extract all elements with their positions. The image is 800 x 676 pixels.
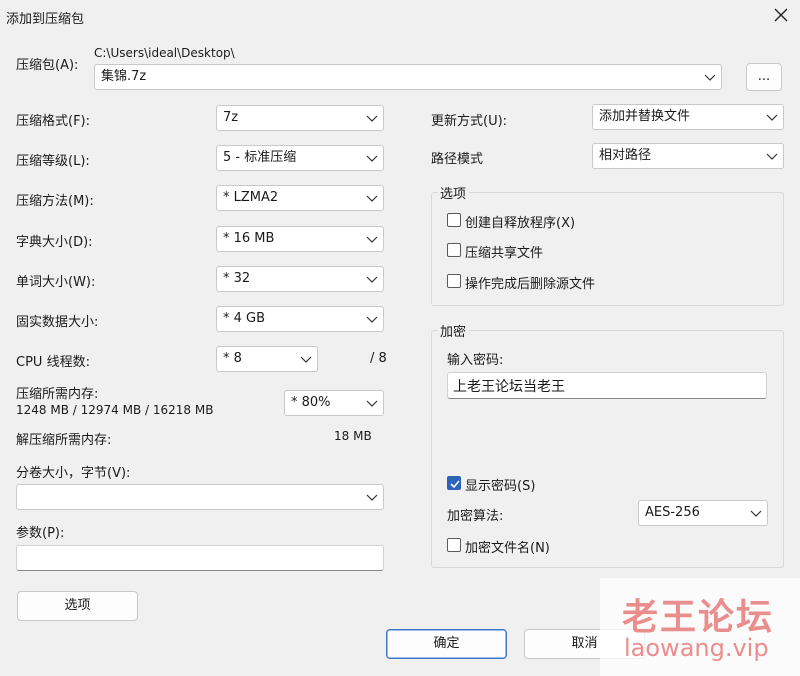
threads-max: / 8 bbox=[370, 351, 387, 366]
threads-value: * 8 bbox=[223, 351, 242, 366]
update-label: 更新方式(U): bbox=[431, 114, 508, 129]
threads-combo[interactable]: * 8 bbox=[216, 346, 318, 372]
dict-combo[interactable]: * 16 MB bbox=[216, 226, 384, 252]
word-label: 单词大小(W): bbox=[16, 275, 96, 290]
chevron-down-icon bbox=[766, 114, 778, 121]
chevron-down-icon bbox=[704, 74, 716, 81]
format-value: 7z bbox=[223, 110, 239, 125]
volume-combo[interactable] bbox=[16, 484, 384, 510]
window-title: 添加到压缩包 bbox=[6, 12, 85, 27]
algo-combo[interactable]: AES-256 bbox=[638, 500, 768, 526]
title-bar bbox=[0, 0, 800, 34]
show-password-label: 显示密码(S) bbox=[465, 479, 536, 494]
encryption-group-title: 加密 bbox=[437, 321, 470, 340]
chevron-down-icon bbox=[366, 115, 378, 122]
mem-detail: 1248 MB / 12974 MB / 16218 MB bbox=[16, 403, 214, 417]
chevron-down-icon bbox=[366, 494, 378, 501]
show-password-checkbox[interactable] bbox=[447, 476, 461, 490]
method-label: 压缩方法(M): bbox=[16, 194, 94, 209]
solid-combo[interactable]: * 4 GB bbox=[216, 306, 384, 332]
word-value: * 32 bbox=[223, 271, 251, 286]
pathmode-label: 路径模式 bbox=[431, 152, 484, 167]
level-value: 5 - 标准压缩 bbox=[223, 150, 297, 165]
params-label: 参数(P): bbox=[16, 526, 65, 541]
solid-label: 固实数据大小: bbox=[16, 315, 99, 330]
options-group-title: 选项 bbox=[437, 183, 470, 202]
decomp-label: 解压缩所需内存: bbox=[16, 433, 112, 448]
encrypt-names-label: 加密文件名(N) bbox=[465, 541, 550, 556]
archive-name-value: 集锦.7z bbox=[101, 69, 147, 84]
close-icon[interactable] bbox=[770, 4, 792, 26]
mem-combo[interactable]: * 80% bbox=[284, 390, 384, 416]
chevron-down-icon bbox=[366, 195, 378, 202]
params-input[interactable] bbox=[16, 545, 384, 571]
archive-label: 压缩包(A): bbox=[16, 58, 79, 73]
decomp-value: 18 MB bbox=[334, 429, 372, 443]
watermark-url: laowang.vip bbox=[624, 634, 769, 662]
pathmode-combo[interactable]: 相对路径 bbox=[592, 143, 784, 169]
delete-checkbox[interactable] bbox=[447, 274, 461, 288]
dict-label: 字典大小(D): bbox=[16, 235, 93, 250]
archive-name-combo[interactable]: 集锦.7z bbox=[94, 64, 722, 90]
archive-path: C:\Users\ideal\Desktop\ bbox=[94, 46, 235, 60]
chevron-down-icon bbox=[300, 356, 312, 363]
browse-button[interactable]: ... bbox=[746, 63, 782, 91]
sfx-checkbox[interactable] bbox=[447, 213, 461, 227]
shared-label: 压缩共享文件 bbox=[465, 246, 544, 261]
update-combo[interactable]: 添加并替换文件 bbox=[592, 104, 784, 130]
pathmode-value: 相对路径 bbox=[599, 148, 652, 163]
method-value: * LZMA2 bbox=[223, 190, 279, 205]
update-value: 添加并替换文件 bbox=[599, 109, 691, 124]
solid-value: * 4 GB bbox=[223, 311, 266, 326]
method-combo[interactable]: * LZMA2 bbox=[216, 185, 384, 211]
chevron-down-icon bbox=[766, 153, 778, 160]
mem-value: * 80% bbox=[291, 395, 331, 410]
chevron-down-icon bbox=[750, 510, 762, 517]
mem-label: 压缩所需内存: bbox=[16, 387, 99, 402]
chevron-down-icon bbox=[366, 276, 378, 283]
algo-value: AES-256 bbox=[645, 505, 700, 520]
volume-label: 分卷大小，字节(V): bbox=[16, 466, 131, 481]
checkmark-icon bbox=[450, 480, 460, 489]
format-combo[interactable]: 7z bbox=[216, 105, 384, 131]
shared-checkbox[interactable] bbox=[447, 243, 461, 257]
chevron-down-icon bbox=[366, 155, 378, 162]
delete-label: 操作完成后删除源文件 bbox=[465, 277, 596, 292]
watermark-title: 老王论坛 bbox=[622, 597, 775, 638]
chevron-down-icon bbox=[366, 316, 378, 323]
sfx-label: 创建自释放程序(X) bbox=[465, 216, 576, 231]
options-button[interactable]: 选项 bbox=[17, 591, 138, 621]
dict-value: * 16 MB bbox=[223, 231, 275, 246]
level-combo[interactable]: 5 - 标准压缩 bbox=[216, 145, 384, 171]
password-label: 输入密码: bbox=[447, 353, 504, 368]
password-input[interactable]: 上老王论坛当老王 bbox=[447, 372, 767, 399]
ok-button[interactable]: 确定 bbox=[386, 629, 507, 659]
level-label: 压缩等级(L): bbox=[16, 154, 90, 169]
algo-label: 加密算法: bbox=[447, 509, 504, 524]
chevron-down-icon bbox=[366, 400, 378, 407]
word-combo[interactable]: * 32 bbox=[216, 266, 384, 292]
chevron-down-icon bbox=[366, 236, 378, 243]
threads-label: CPU 线程数: bbox=[16, 355, 90, 370]
format-label: 压缩格式(F): bbox=[16, 114, 91, 129]
encrypt-names-checkbox[interactable] bbox=[447, 538, 461, 552]
